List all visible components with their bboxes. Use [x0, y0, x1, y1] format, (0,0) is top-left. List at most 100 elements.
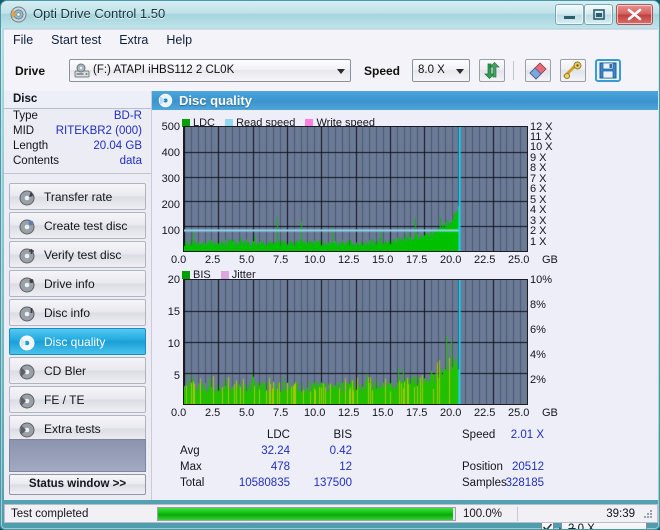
- disc-write-icon: [18, 218, 36, 236]
- disc-fete-icon: [18, 392, 36, 410]
- menu-start-test[interactable]: Start test: [42, 30, 110, 50]
- toolbar: Drive (F:) ATAPI iHBS112 2 CL0K Speed 8.…: [4, 51, 658, 91]
- bis-ytick: 15: [167, 306, 180, 318]
- speed-label: Speed: [364, 64, 401, 78]
- ldc-plot-area[interactable]: [183, 126, 528, 252]
- sidebar-item-disc-info[interactable]: Disc info: [9, 299, 146, 326]
- sidebar-item-label: FE / TE: [44, 393, 85, 407]
- bis-xtick: 2.5: [205, 407, 221, 419]
- minimize-button[interactable]: [555, 4, 584, 25]
- sidebar-item-verify-test-disc[interactable]: Verify test disc: [9, 241, 146, 268]
- panel-header: Disc quality: [152, 91, 658, 110]
- speed-select[interactable]: 8.0 X: [412, 59, 470, 82]
- maximize-icon: [593, 9, 605, 20]
- sidebar-item-label: CD Bler: [44, 364, 87, 378]
- ldc-xaxis-unit: GB: [542, 254, 558, 266]
- floppy-save-icon: [599, 62, 617, 79]
- drive-select[interactable]: (F:) ATAPI iHBS112 2 CL0K: [69, 59, 351, 82]
- disc-info-icon: [18, 276, 36, 294]
- sidebar-item-label: Create test disc: [44, 219, 128, 233]
- ldc-xtick: 20.0: [440, 254, 462, 266]
- ldc-ytick: 100: [161, 225, 180, 237]
- bis-xtick: 15.0: [372, 407, 394, 419]
- sidebar-item-transfer-rate[interactable]: Transfer rate: [9, 183, 146, 210]
- close-icon: [627, 8, 642, 21]
- disc-section-header: Disc: [4, 91, 151, 109]
- refresh-drive-button[interactable]: [479, 59, 505, 82]
- sidebar-item-disc-quality[interactable]: Disc quality: [9, 328, 146, 355]
- ldc-xtick: 10.0: [304, 254, 326, 266]
- disc-info-key: MID: [13, 125, 35, 137]
- stats-position-value: 20512: [512, 461, 544, 473]
- status-separator: [517, 507, 518, 521]
- chevron-down-icon: [456, 69, 464, 74]
- disc-info-key: Type: [13, 110, 38, 122]
- stats-row-label-max: Max: [180, 461, 202, 473]
- save-results-button[interactable]: [595, 59, 621, 82]
- window-title: Opti Drive Control 1.50: [33, 6, 166, 21]
- stats-header-bis: BIS: [333, 429, 352, 441]
- drive-device-icon: [74, 63, 90, 79]
- bis-xtick: 10.0: [304, 407, 326, 419]
- speed-value: 8.0 X: [418, 64, 445, 76]
- ldc-xtick: 15.0: [372, 254, 394, 266]
- checkmark-icon: [543, 523, 552, 529]
- status-window-button[interactable]: Status window >>: [9, 474, 146, 495]
- title-bar: Opti Drive Control 1.50: [1, 1, 659, 28]
- disc-info-key: Length: [13, 140, 49, 152]
- refresh-icon: [484, 62, 500, 79]
- progress-percent: 100.0%: [463, 508, 503, 520]
- bis-plot-area[interactable]: [183, 279, 528, 405]
- close-button[interactable]: [616, 4, 653, 25]
- disc-info-value: RITEKBR2 (000): [55, 125, 142, 137]
- menu-file[interactable]: File: [4, 30, 42, 50]
- disc-info2-icon: [18, 305, 36, 323]
- disc-section-title: Disc: [13, 93, 38, 105]
- bis-xtick: 22.5: [474, 407, 496, 419]
- maximize-button[interactable]: [584, 4, 613, 25]
- ldc-xtick: 25.0: [508, 254, 530, 266]
- disc-verify-icon: [18, 247, 36, 265]
- sidebar-item-create-test-disc[interactable]: Create test disc: [9, 212, 146, 239]
- legend-swatch-bis: [182, 271, 190, 279]
- status-message: Test completed: [11, 508, 89, 520]
- sidebar-item-extra-tests[interactable]: Extra tests: [9, 415, 146, 442]
- drive-tools-button[interactable]: [560, 59, 586, 82]
- sidebar-item-drive-info[interactable]: Drive info: [9, 270, 146, 297]
- status-bar: Test completed 100.0% 39:39: [4, 504, 658, 523]
- bis-xtick: 25.0: [508, 407, 530, 419]
- bis-xtick: 0.0: [171, 407, 187, 419]
- disc-info-row-length: Length 20.04 GB: [4, 140, 151, 155]
- bis-xtick: 20.0: [440, 407, 462, 419]
- bis-ytick: 5: [173, 370, 180, 382]
- bis-xtick: 5.0: [239, 407, 255, 419]
- stats-max-bis: 12: [339, 461, 352, 473]
- ldc-canvas: [184, 127, 527, 251]
- bis-xtick: 7.5: [273, 407, 289, 419]
- disc-quality-icon: [158, 93, 173, 108]
- menu-extra[interactable]: Extra: [110, 30, 157, 50]
- erase-disc-button[interactable]: [525, 59, 551, 82]
- drive-value: (F:) ATAPI iHBS112 2 CL0K: [93, 64, 235, 76]
- bis-xaxis-unit: GB: [542, 407, 558, 419]
- ldc-xtick: 12.5: [338, 254, 360, 266]
- resize-grip[interactable]: [642, 508, 654, 520]
- sidebar-item-cd-bler[interactable]: CD Bler: [9, 357, 146, 384]
- sidebar-divider: [4, 173, 151, 174]
- menu-bar: File Start test Extra Help: [4, 29, 658, 52]
- disc-quality-icon: [18, 334, 36, 352]
- progress-bar: [157, 507, 456, 521]
- chevron-down-icon: [337, 69, 345, 74]
- sidebar-item-fe-te[interactable]: FE / TE: [9, 386, 146, 413]
- bis-y2tick: 10%: [530, 274, 553, 286]
- stats-samples-value: 328185: [505, 477, 544, 489]
- elapsed-time: 39:39: [606, 508, 635, 520]
- disc-info-row-type: Type BD-R: [4, 110, 151, 125]
- disc-icon: [10, 6, 27, 23]
- progress-bar-fill: [158, 508, 453, 520]
- eraser-icon: [529, 62, 547, 80]
- menu-help[interactable]: Help: [157, 30, 201, 50]
- ldc-y2tick: 1 X: [530, 236, 547, 248]
- sidebar-item-label: Transfer rate: [44, 190, 113, 204]
- ldc-xtick: 17.5: [406, 254, 428, 266]
